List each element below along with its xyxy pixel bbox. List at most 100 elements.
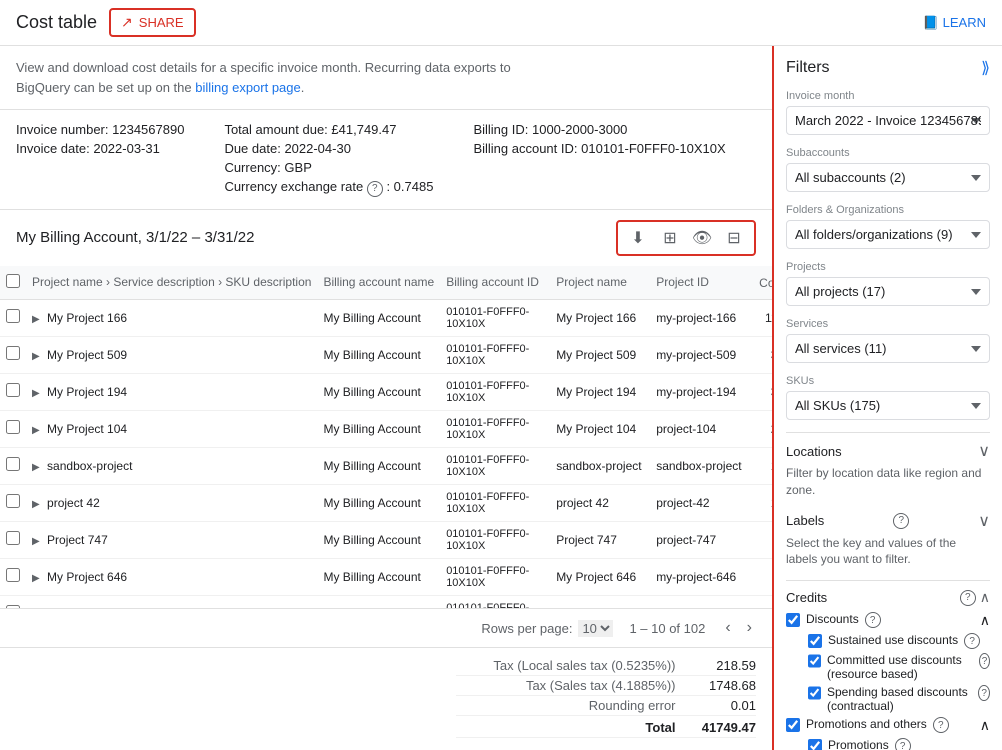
spending-based-checkbox[interactable] [808, 686, 821, 700]
total-amount-row: Total amount due: £41,749.47 [224, 122, 433, 137]
sustained-help-icon[interactable]: ? [964, 633, 980, 649]
totals-row: Tax (Sales tax (4.1885%)) 1748.68 [456, 676, 756, 696]
sustained-use-checkbox[interactable] [808, 634, 822, 648]
row-expander[interactable]: ▶ [32, 388, 40, 399]
col-project-header: Project name › Service description › SKU… [26, 266, 317, 300]
credits-help-icon[interactable]: ? [960, 590, 976, 606]
row-billing-name: My Billing Account [317, 595, 440, 608]
folders-select[interactable]: All folders/organizations (9) [786, 220, 990, 249]
discounts-help-icon[interactable]: ? [865, 612, 881, 628]
discounts-checkbox[interactable] [786, 613, 800, 627]
row-project-id: project-104 [650, 410, 750, 447]
skus-select[interactable]: All SKUs (175) [786, 391, 990, 420]
spending-help-icon[interactable]: ? [978, 685, 990, 701]
row-checkbox-cell[interactable] [0, 447, 26, 484]
row-checkbox-cell[interactable] [0, 299, 26, 336]
top-bar: Cost table ↗ SHARE 📘 LEARN [0, 0, 1002, 46]
row-checkbox[interactable] [6, 494, 20, 508]
row-expander[interactable]: ▶ [32, 499, 40, 510]
divider-1 [786, 432, 990, 433]
promotions-sub-checkbox[interactable] [808, 739, 822, 750]
row-project-name: Project 747 [550, 521, 650, 558]
promotions-checkbox[interactable] [786, 718, 800, 732]
row-cost: 906.06 [750, 521, 772, 558]
committed-use-checkbox[interactable] [808, 654, 821, 668]
invoice-info: Invoice number: 1234567890 Invoice date:… [0, 110, 772, 210]
row-project-name: sandbox-project [550, 447, 650, 484]
table-icon[interactable]: ⊞ [658, 226, 682, 250]
help-icon-exchange[interactable]: ? [367, 181, 383, 197]
table-row: ▶ My Project 104 My Billing Account 0101… [0, 410, 772, 447]
row-checkbox-cell[interactable] [0, 336, 26, 373]
col-cost-header[interactable]: Cost (£) ↓ [750, 266, 772, 300]
select-all-checkbox[interactable] [6, 274, 20, 288]
row-checkbox[interactable] [6, 309, 20, 323]
row-checkbox[interactable] [6, 346, 20, 360]
table-row: ▶ project 42 My Billing Account 010101-F… [0, 484, 772, 521]
invoice-month-select[interactable]: March 2022 - Invoice 1234567890 [786, 106, 990, 135]
labels-expandable[interactable]: Labels ? ∨ [786, 511, 990, 531]
share-icon: ↗ [121, 14, 133, 31]
discounts-expand-icon[interactable]: ∧ [980, 612, 990, 629]
labels-help-icon[interactable]: ? [893, 513, 909, 529]
labels-expand-icon: ∨ [978, 511, 990, 531]
row-checkbox[interactable] [6, 457, 20, 471]
rows-per-page: Rows per page: 10 25 50 [481, 620, 613, 637]
columns-icon[interactable]: ⊟ [722, 226, 746, 250]
share-button[interactable]: ↗ SHARE [109, 8, 196, 37]
row-checkbox[interactable] [6, 420, 20, 434]
row-expander[interactable]: ▶ [32, 425, 40, 436]
next-page-button[interactable]: › [743, 617, 756, 639]
credits-collapse-icon[interactable]: ∧ [980, 589, 990, 606]
services-select[interactable]: All services (11) [786, 334, 990, 363]
projects-select[interactable]: All projects (17) [786, 277, 990, 306]
row-checkbox-cell[interactable] [0, 521, 26, 558]
rows-per-page-select[interactable]: 10 25 50 [578, 620, 613, 637]
row-checkbox-cell[interactable] [0, 484, 26, 521]
row-expander[interactable]: ▶ [32, 573, 40, 584]
row-expander[interactable]: ▶ [32, 462, 40, 473]
promotions-help-icon[interactable]: ? [933, 717, 949, 733]
billing-title: My Billing Account, 3/1/22 – 3/31/22 [16, 229, 254, 246]
learn-button[interactable]: 📘 LEARN [922, 15, 986, 31]
locations-expandable[interactable]: Locations ∨ [786, 441, 990, 461]
locations-expand-icon: ∨ [978, 441, 990, 461]
row-checkbox-cell[interactable] [0, 410, 26, 447]
row-project-id: my-project-646 [650, 558, 750, 595]
invoice-col-3: Billing ID: 1000-2000-3000 Billing accou… [473, 122, 725, 197]
total-label: Tax (Local sales tax (0.5235%)) [456, 656, 692, 676]
row-checkbox-cell[interactable] [0, 595, 26, 608]
row-project: ▶ My Project 166 [26, 299, 317, 336]
row-checkbox-cell[interactable] [0, 558, 26, 595]
page-nav: ‹ › [721, 617, 756, 639]
row-expander[interactable]: ▶ [32, 314, 40, 325]
row-billing-name: My Billing Account [317, 373, 440, 410]
promotions-expand-icon[interactable]: ∧ [980, 717, 990, 734]
row-project: dev project [26, 595, 317, 608]
row-checkbox[interactable] [6, 568, 20, 582]
download-icon[interactable]: ⬇ [626, 226, 650, 250]
row-checkbox[interactable] [6, 531, 20, 545]
row-billing-id: 010101-F0FFF0-10X10X [440, 299, 550, 336]
filter-invoice-month: Invoice month March 2022 - Invoice 12345… [786, 90, 990, 135]
eye-icon[interactable]: 👁 [690, 226, 714, 250]
row-checkbox[interactable] [6, 383, 20, 397]
row-expander[interactable]: ▶ [32, 351, 40, 362]
committed-help-icon[interactable]: ? [979, 653, 990, 669]
row-billing-name: My Billing Account [317, 336, 440, 373]
table-footer: Rows per page: 10 25 50 1 – 10 of 102 ‹ … [0, 608, 772, 647]
row-expander[interactable]: ▶ [32, 536, 40, 547]
collapse-filters-icon[interactable]: ⟫ [981, 58, 990, 78]
row-billing-name: My Billing Account [317, 447, 440, 484]
table-row: ▶ My Project 166 My Billing Account 0101… [0, 299, 772, 336]
billing-export-link[interactable]: billing export page [195, 80, 301, 95]
row-checkbox-cell[interactable] [0, 373, 26, 410]
filters-title: Filters ⟫ [786, 58, 990, 78]
table-row: ▶ My Project 509 My Billing Account 0101… [0, 336, 772, 373]
promotions-sub-help-icon[interactable]: ? [895, 738, 911, 750]
prev-page-button[interactable]: ‹ [721, 617, 734, 639]
col-select-all[interactable] [0, 266, 26, 300]
toolbar: ⬇ ⊞ 👁 ⊟ [616, 220, 756, 256]
subaccounts-select[interactable]: All subaccounts (2) [786, 163, 990, 192]
row-billing-id: 010101-F0FFF0-10X10X [440, 447, 550, 484]
